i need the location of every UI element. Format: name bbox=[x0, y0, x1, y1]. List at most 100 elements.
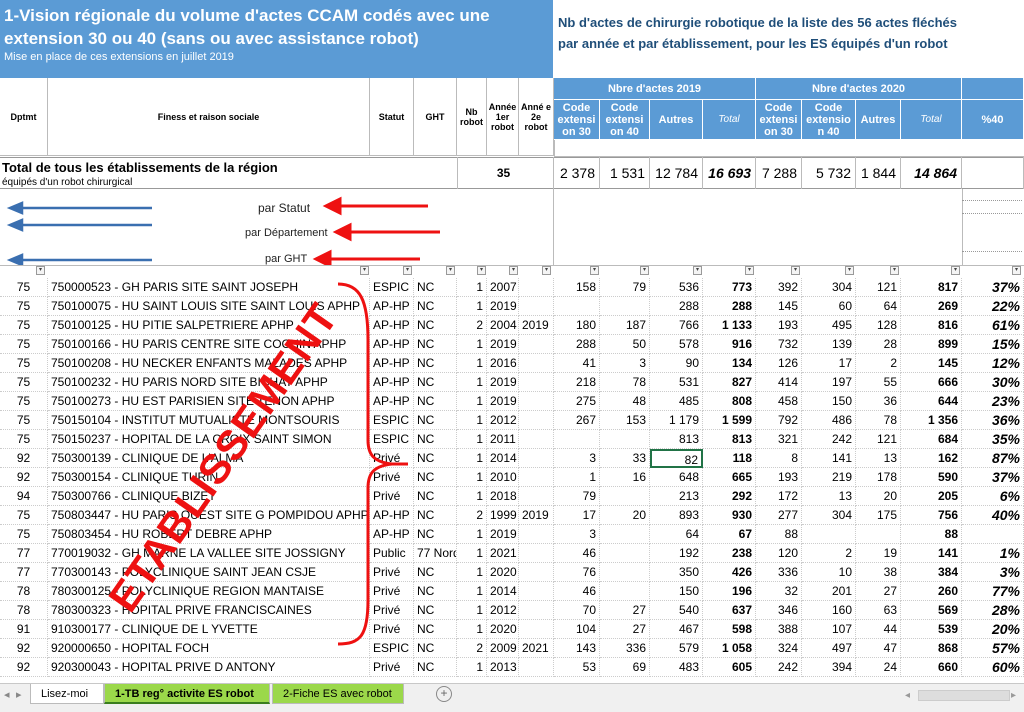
cell-c40-2019[interactable]: 69 bbox=[600, 658, 650, 677]
cell-c40-2019[interactable]: 187 bbox=[600, 316, 650, 335]
header-ght[interactable]: GHT bbox=[414, 78, 457, 156]
cell-annee2[interactable] bbox=[519, 278, 554, 297]
cell-autres-2020[interactable] bbox=[856, 525, 901, 544]
cell-c40-2019[interactable]: 50 bbox=[600, 335, 650, 354]
cell-c30-2019[interactable] bbox=[554, 297, 600, 316]
cell-nb-robot[interactable]: 1 bbox=[457, 620, 487, 639]
cell-pct40[interactable]: 28% bbox=[962, 601, 1024, 620]
cell-c40-2020[interactable]: 107 bbox=[802, 620, 856, 639]
cell-autres-2020[interactable]: 38 bbox=[856, 563, 901, 582]
cell-c30-2019[interactable]: 104 bbox=[554, 620, 600, 639]
cell-c30-2020[interactable]: 172 bbox=[756, 487, 802, 506]
cell-annee1[interactable]: 2013 bbox=[487, 658, 519, 677]
cell-c40-2019[interactable]: 3 bbox=[600, 354, 650, 373]
cell-autres-2020[interactable]: 64 bbox=[856, 297, 901, 316]
cell-annee2[interactable] bbox=[519, 658, 554, 677]
header-c40-2020[interactable]: Code extensio n 40 bbox=[802, 100, 856, 140]
cell-finess[interactable]: 920000650 - HOPITAL FOCH bbox=[48, 639, 370, 658]
cell-total-2020[interactable]: 145 bbox=[901, 354, 962, 373]
cell-total-2020[interactable]: 269 bbox=[901, 297, 962, 316]
cell-c30-2020[interactable]: 277 bbox=[756, 506, 802, 525]
cell-nb-robot[interactable]: 1 bbox=[457, 278, 487, 297]
cell-finess[interactable]: 750100273 - HU EST PARISIEN SITE TENON A… bbox=[48, 392, 370, 411]
cell-dptmt[interactable]: 92 bbox=[0, 639, 48, 658]
cell-c40-2019[interactable]: 153 bbox=[600, 411, 650, 430]
cell-autres-2020[interactable]: 44 bbox=[856, 620, 901, 639]
cell-pct40[interactable]: 60% bbox=[962, 658, 1024, 677]
cell-c30-2019[interactable]: 267 bbox=[554, 411, 600, 430]
cell-autres-2019[interactable]: 813 bbox=[650, 430, 703, 449]
cell-annee1[interactable]: 2010 bbox=[487, 468, 519, 487]
cell-c30-2020[interactable]: 388 bbox=[756, 620, 802, 639]
cell-dptmt[interactable]: 75 bbox=[0, 525, 48, 544]
cell-autres-2019[interactable]: 648 bbox=[650, 468, 703, 487]
cell-dptmt[interactable]: 78 bbox=[0, 601, 48, 620]
cell-autres-2020[interactable]: 47 bbox=[856, 639, 901, 658]
cell-c40-2020[interactable]: 2 bbox=[802, 544, 856, 563]
cell-annee1[interactable]: 2019 bbox=[487, 392, 519, 411]
cell-c40-2020[interactable]: 304 bbox=[802, 506, 856, 525]
cell-c40-2020[interactable]: 60 bbox=[802, 297, 856, 316]
header-c30-2019[interactable]: Code extensi on 30 bbox=[554, 100, 600, 140]
cell-nb-robot[interactable]: 2 bbox=[457, 506, 487, 525]
header-autres-2019[interactable]: Autres bbox=[650, 100, 703, 140]
cell-annee2[interactable]: 2019 bbox=[519, 316, 554, 335]
cell-nb-robot[interactable]: 1 bbox=[457, 544, 487, 563]
cell-annee1[interactable]: 2019 bbox=[487, 335, 519, 354]
cell-c30-2019[interactable]: 41 bbox=[554, 354, 600, 373]
cell-total-2020[interactable]: 205 bbox=[901, 487, 962, 506]
cell-annee1[interactable]: 2014 bbox=[487, 582, 519, 601]
cell-total-2020[interactable]: 660 bbox=[901, 658, 962, 677]
cell-nb-robot[interactable]: 1 bbox=[457, 487, 487, 506]
filter-c40-2019-button[interactable]: ▾ bbox=[640, 266, 649, 275]
cell-annee1[interactable]: 2014 bbox=[487, 449, 519, 468]
cell-annee2[interactable] bbox=[519, 430, 554, 449]
cell-pct40[interactable]: 20% bbox=[962, 620, 1024, 639]
hscroll-right-icon[interactable]: ▸ bbox=[1011, 690, 1016, 701]
header-dptmt[interactable]: Dptmt bbox=[0, 78, 48, 156]
cell-pct40[interactable]: 37% bbox=[962, 278, 1024, 297]
cell-annee2[interactable] bbox=[519, 525, 554, 544]
filter-pct40-button[interactable]: ▾ bbox=[1012, 266, 1021, 275]
cell-total-2019[interactable]: 808 bbox=[703, 392, 756, 411]
cell-nb-robot[interactable]: 1 bbox=[457, 525, 487, 544]
cell-autres-2020[interactable]: 20 bbox=[856, 487, 901, 506]
filter-statut-button[interactable]: ▾ bbox=[403, 266, 412, 275]
cell-pct40[interactable]: 35% bbox=[962, 430, 1024, 449]
cell-nb-robot[interactable]: 2 bbox=[457, 316, 487, 335]
tab-fiche-es-robot[interactable]: 2-Fiche ES avec robot bbox=[272, 684, 404, 704]
cell-total-2020[interactable]: 384 bbox=[901, 563, 962, 582]
cell-total-2020[interactable]: 590 bbox=[901, 468, 962, 487]
cell-annee1[interactable]: 2019 bbox=[487, 525, 519, 544]
cell-autres-2019[interactable]: 150 bbox=[650, 582, 703, 601]
cell-annee1[interactable]: 1999 bbox=[487, 506, 519, 525]
cell-total-2019[interactable]: 134 bbox=[703, 354, 756, 373]
cell-nb-robot[interactable]: 1 bbox=[457, 335, 487, 354]
cell-c30-2020[interactable]: 458 bbox=[756, 392, 802, 411]
filter-dptmt-button[interactable]: ▾ bbox=[36, 266, 45, 275]
cell-total-2020[interactable]: 684 bbox=[901, 430, 962, 449]
cell-total-2019[interactable]: 930 bbox=[703, 506, 756, 525]
header-annee2[interactable]: Anné e 2e robot bbox=[519, 78, 554, 156]
cell-c30-2019[interactable]: 79 bbox=[554, 487, 600, 506]
filter-total-2019-button[interactable]: ▾ bbox=[745, 266, 754, 275]
cell-c30-2019[interactable] bbox=[554, 430, 600, 449]
tab-lisez-moi[interactable]: Lisez-moi bbox=[30, 684, 104, 704]
cell-pct40[interactable]: 1% bbox=[962, 544, 1024, 563]
cell-pct40[interactable]: 22% bbox=[962, 297, 1024, 316]
cell-c30-2019[interactable]: 1 bbox=[554, 468, 600, 487]
cell-dptmt[interactable]: 92 bbox=[0, 658, 48, 677]
cell-total-2019[interactable]: 1 058 bbox=[703, 639, 756, 658]
cell-annee1[interactable]: 2009 bbox=[487, 639, 519, 658]
cell-c30-2020[interactable]: 392 bbox=[756, 278, 802, 297]
cell-nb-robot[interactable]: 2 bbox=[457, 639, 487, 658]
cell-finess[interactable]: 770300143 - POLYCLINIQUE SAINT JEAN CSJE bbox=[48, 563, 370, 582]
cell-nb-robot[interactable]: 1 bbox=[457, 373, 487, 392]
filter-finess-button[interactable]: ▾ bbox=[360, 266, 369, 275]
totals-c30-2019[interactable]: 2 378 bbox=[554, 157, 600, 189]
cell-annee1[interactable]: 2018 bbox=[487, 487, 519, 506]
cell-nb-robot[interactable]: 1 bbox=[457, 430, 487, 449]
cell-c30-2020[interactable]: 414 bbox=[756, 373, 802, 392]
cell-c40-2019[interactable]: 16 bbox=[600, 468, 650, 487]
cell-dptmt[interactable]: 75 bbox=[0, 354, 48, 373]
